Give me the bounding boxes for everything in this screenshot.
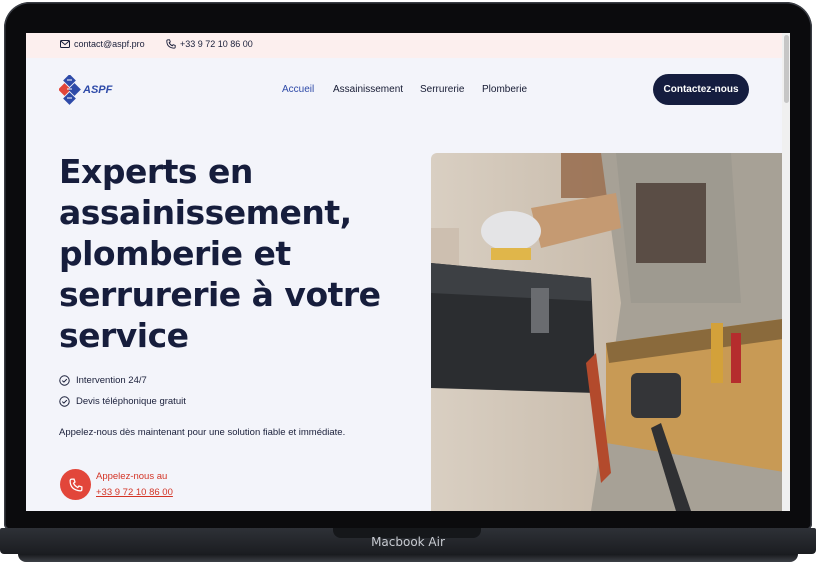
site-logo[interactable]: ASPF xyxy=(59,75,112,105)
hero-photo xyxy=(431,153,790,511)
phone-call-icon xyxy=(68,477,83,492)
call-label: Appelez-nous au xyxy=(96,471,168,482)
contact-button[interactable]: Contactez-nous xyxy=(653,74,749,105)
scrollbar-thumb[interactable] xyxy=(784,35,789,103)
topbar-email-text: contact@aspf.pro xyxy=(74,39,145,49)
phone-icon xyxy=(166,39,176,49)
nav-serrurerie[interactable]: Serrurerie xyxy=(420,84,464,95)
check-circle-icon xyxy=(59,375,70,386)
hero-title-line: service xyxy=(59,316,189,355)
feature-bullet: Intervention 24/7 xyxy=(59,375,147,386)
call-button[interactable] xyxy=(60,469,91,500)
call-number-link[interactable]: +33 9 72 10 86 00 xyxy=(96,487,173,498)
feature-bullet-text: Devis téléphonique gratuit xyxy=(76,396,186,407)
nav-accueil[interactable]: Accueil xyxy=(282,84,314,95)
mail-icon xyxy=(60,40,70,48)
hero-title: Experts en assainissement, plomberie et … xyxy=(59,151,399,356)
logo-text: ASPF xyxy=(83,84,113,96)
hero-title-line: plomberie et xyxy=(59,234,291,273)
page-scrollbar[interactable] xyxy=(782,33,790,511)
hero-title-line: assainissement, xyxy=(59,193,352,232)
feature-bullet-text: Intervention 24/7 xyxy=(76,375,147,386)
hero-paragraph: Appelez-nous dès maintenant pour une sol… xyxy=(59,427,346,438)
device-label: Macbook Air xyxy=(371,535,445,549)
browser-screen: contact@aspf.pro +33 9 72 10 86 00 ASPF … xyxy=(26,33,790,511)
nav-plomberie[interactable]: Plomberie xyxy=(482,84,527,95)
logo-icon xyxy=(59,75,81,105)
topbar-email[interactable]: contact@aspf.pro xyxy=(60,39,145,49)
feature-bullet: Devis téléphonique gratuit xyxy=(59,396,186,407)
hero-title-line: serrurerie à votre xyxy=(59,275,381,314)
topbar-phone-text: +33 9 72 10 86 00 xyxy=(180,39,253,49)
nav-assainissement[interactable]: Assainissement xyxy=(333,84,403,95)
hero-title-line: Experts en xyxy=(59,152,253,191)
laptop-base-bottom xyxy=(18,554,798,562)
topbar-phone[interactable]: +33 9 72 10 86 00 xyxy=(166,39,253,49)
contact-topbar: contact@aspf.pro +33 9 72 10 86 00 xyxy=(26,33,790,58)
check-circle-icon xyxy=(59,396,70,407)
